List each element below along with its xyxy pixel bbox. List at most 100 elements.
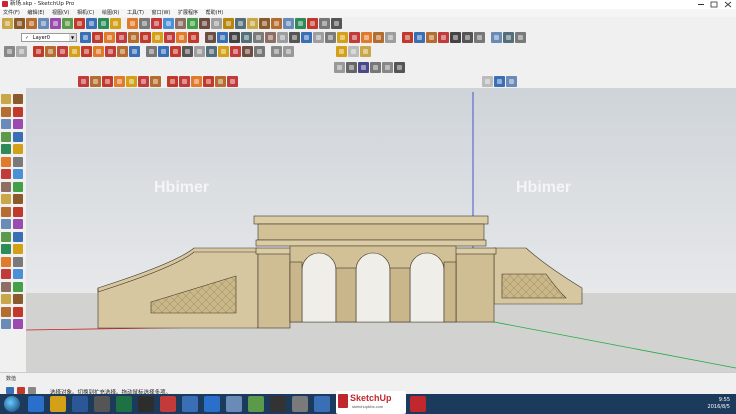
tape-tool-icon[interactable] [1, 206, 11, 217]
plugin-i-icon[interactable] [176, 32, 187, 43]
view-tool-7-icon[interactable] [218, 46, 229, 57]
menu-camera[interactable]: 相机(C) [77, 10, 94, 16]
followme-tool-icon[interactable] [13, 181, 23, 192]
help-icon[interactable] [28, 387, 36, 394]
pan-icon[interactable] [259, 18, 270, 29]
shaded-icon[interactable] [370, 62, 381, 73]
arc-tool-2-icon[interactable] [361, 32, 372, 43]
component-tool-icon[interactable] [13, 94, 23, 104]
view-tool-8-icon[interactable] [230, 46, 241, 57]
face-tool-icon[interactable] [205, 32, 216, 43]
solid-tool-6-icon[interactable] [227, 76, 238, 87]
style-tool-4-icon[interactable] [69, 46, 80, 57]
prev-view-icon[interactable] [295, 18, 306, 29]
top-view-icon[interactable] [348, 46, 359, 57]
select-tool-icon[interactable] [1, 94, 11, 104]
pan-tool-icon[interactable] [13, 244, 23, 254]
orbit-tool-icon[interactable] [1, 244, 11, 254]
walk-icon[interactable] [319, 18, 330, 29]
plugin-d-icon[interactable] [116, 32, 127, 43]
start-button-icon[interactable] [4, 396, 20, 412]
iso-view-icon[interactable] [336, 46, 347, 57]
app-c-icon[interactable] [160, 396, 176, 412]
app-i-icon[interactable] [314, 396, 330, 412]
sandbox-7-icon[interactable] [150, 76, 161, 87]
zoom-extents-icon[interactable] [283, 18, 294, 29]
plugin-a-icon[interactable] [80, 32, 91, 43]
solid-tool-5-icon[interactable] [215, 76, 226, 87]
layer-selector[interactable]: ✓ Layer0 ▼ [21, 33, 77, 42]
word-icon[interactable] [72, 396, 88, 412]
grid-tool-icon[interactable] [241, 32, 252, 43]
position-camera-icon[interactable] [482, 76, 493, 87]
pushpull-tool-icon[interactable] [13, 169, 23, 179]
plugin-f-icon[interactable] [140, 32, 151, 43]
previous-tool-icon[interactable] [13, 269, 23, 279]
text-tool-icon[interactable] [13, 219, 23, 229]
next-view-icon[interactable] [307, 18, 318, 29]
spline-tool-icon[interactable] [349, 32, 360, 43]
scale-tool-icon[interactable] [1, 194, 11, 204]
style-tool-icon[interactable] [33, 46, 44, 57]
arc-icon[interactable] [74, 18, 85, 29]
wireframe-icon[interactable] [346, 62, 357, 73]
view-tool-10-icon[interactable] [254, 46, 265, 57]
look-tool-icon[interactable] [1, 294, 11, 304]
menu-help[interactable]: 帮助(H) [206, 10, 224, 16]
circle-tool-icon[interactable] [1, 144, 11, 154]
pencil-icon[interactable] [26, 18, 37, 29]
look-icon[interactable] [331, 18, 342, 29]
panel-c-icon[interactable] [515, 32, 526, 43]
eraser-icon[interactable] [14, 18, 25, 29]
excel-icon[interactable] [116, 396, 132, 412]
line-icon[interactable] [38, 18, 49, 29]
mirror-icon[interactable] [474, 32, 485, 43]
chevron-down-icon[interactable]: ▼ [69, 34, 76, 41]
rotate-icon[interactable] [98, 18, 109, 29]
view-tool-2-icon[interactable] [158, 46, 169, 57]
style-tool-8-icon[interactable] [117, 46, 128, 57]
menu-tools[interactable]: 工具(T) [127, 10, 144, 16]
plugin-b-icon[interactable] [92, 32, 103, 43]
menu-window[interactable]: 窗口(W) [152, 10, 171, 16]
panel-b-icon[interactable] [503, 32, 514, 43]
monochrome-icon[interactable] [394, 62, 405, 73]
drawing-viewport[interactable]: Hbimer Hbimer [26, 88, 736, 372]
zoom-window-tool-icon[interactable] [13, 256, 23, 267]
app-f-icon[interactable] [226, 396, 242, 412]
geo-location-icon[interactable] [6, 387, 14, 394]
circle-icon[interactable] [62, 18, 73, 29]
view-tool-4-icon[interactable] [182, 46, 193, 57]
freehand-tool-icon[interactable] [13, 119, 23, 129]
stairs-tool-icon[interactable] [277, 32, 288, 43]
style-tool-2-icon[interactable] [45, 46, 56, 57]
panel-a-icon[interactable] [491, 32, 502, 43]
solid-tool-3-icon[interactable] [191, 76, 202, 87]
label-tool-icon[interactable] [271, 46, 282, 57]
zoom-extents-tool-icon[interactable] [1, 269, 11, 279]
walk-tool-icon[interactable] [13, 281, 23, 292]
face-tool-2-icon[interactable] [217, 32, 228, 43]
app-g-icon[interactable] [248, 396, 264, 412]
dimension-tool-icon[interactable] [13, 206, 23, 217]
app-h-icon[interactable] [292, 396, 308, 412]
sketchup-taskbar-icon[interactable] [410, 396, 426, 412]
polygon-tool-icon[interactable] [13, 144, 23, 154]
section-icon[interactable] [223, 18, 234, 29]
edge-tool-icon[interactable] [253, 32, 264, 43]
grid-square-icon[interactable] [385, 32, 396, 43]
protractor-icon[interactable] [175, 18, 186, 29]
view-tool-5-icon[interactable] [194, 46, 205, 57]
credits-icon[interactable] [17, 387, 25, 394]
smoove-tool-icon[interactable] [13, 306, 23, 317]
sandbox-4-icon[interactable] [114, 76, 125, 87]
offset-icon[interactable] [151, 18, 162, 29]
sandbox-5-icon[interactable] [126, 76, 137, 87]
drape-tool-icon[interactable] [13, 319, 23, 329]
scale-icon[interactable] [110, 18, 121, 29]
paint-icon[interactable] [235, 18, 246, 29]
menu-file[interactable]: 文件(F) [3, 10, 20, 16]
3d-text-tool-icon[interactable] [13, 231, 23, 242]
pin-icon[interactable] [450, 32, 461, 43]
fog-icon[interactable] [506, 76, 517, 87]
